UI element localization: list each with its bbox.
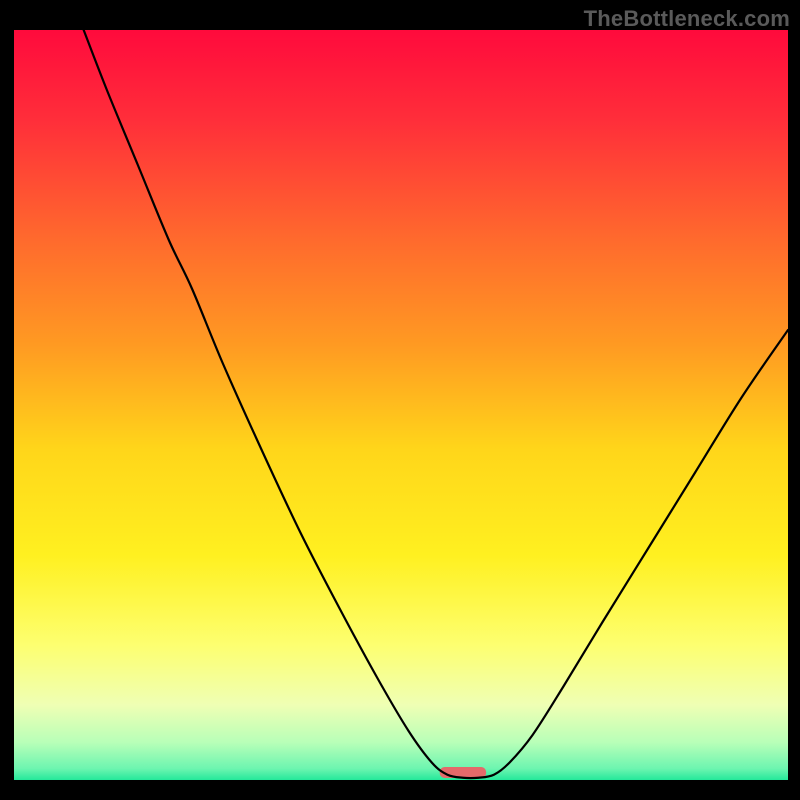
plot-area: [14, 30, 788, 780]
chart-background: [14, 30, 788, 780]
watermark-text: TheBottleneck.com: [584, 6, 790, 32]
chart-svg: [14, 30, 788, 780]
chart-container: TheBottleneck.com: [0, 0, 800, 800]
target-marker: [440, 767, 486, 778]
